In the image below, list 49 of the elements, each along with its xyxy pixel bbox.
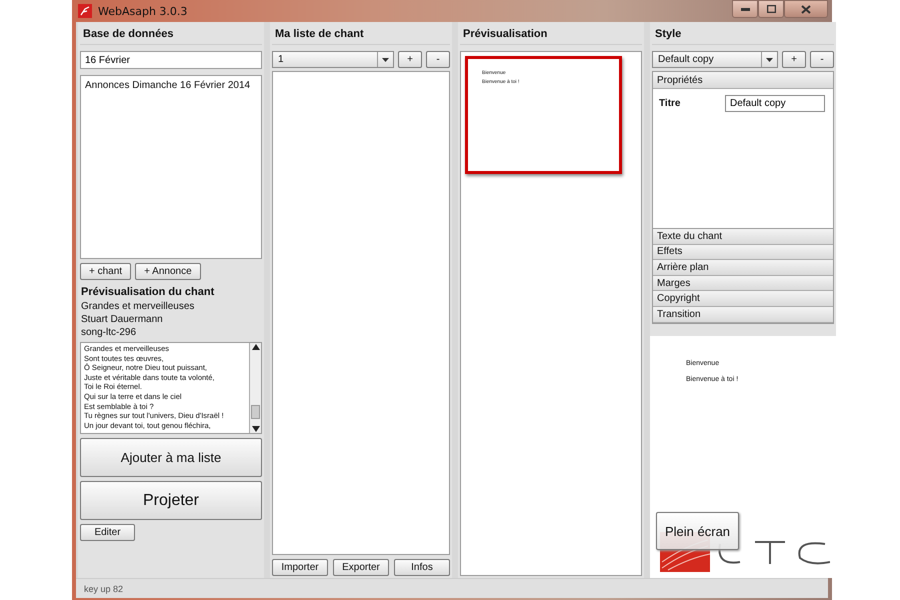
accordion-header[interactable]: Copyright bbox=[653, 291, 833, 307]
minimize-icon bbox=[740, 8, 750, 10]
status-text: key up 82 bbox=[84, 584, 124, 594]
section-heading: Style bbox=[652, 26, 834, 45]
window-title: WebAsaph 3.0.3 bbox=[98, 4, 188, 18]
playlist-select[interactable]: 1 bbox=[272, 51, 394, 68]
scrollbar[interactable] bbox=[249, 343, 261, 433]
song-title: Grandes et merveilleuses bbox=[80, 300, 196, 313]
accordion-header[interactable]: Arrière plan bbox=[653, 260, 833, 276]
accordion-header[interactable]: Propriétés bbox=[653, 72, 833, 89]
style-select[interactable]: Default copy bbox=[652, 51, 778, 68]
add-button[interactable]: + chant bbox=[80, 263, 132, 280]
scroll-down-icon[interactable] bbox=[252, 425, 260, 433]
accordion-header[interactable]: Marges bbox=[653, 276, 833, 292]
caret-icon bbox=[382, 58, 389, 62]
add-button[interactable]: + Annonce bbox=[135, 263, 201, 280]
caret-icon bbox=[766, 58, 773, 62]
toolbar-button[interactable]: Importer bbox=[272, 559, 328, 576]
add-button[interactable]: + bbox=[398, 51, 422, 68]
list-item[interactable]: Annonces Dimanche 16 Février 2014 bbox=[84, 79, 258, 92]
add-to-list-button[interactable]: Ajouter à ma liste bbox=[80, 438, 262, 477]
accordion-header[interactable]: Texte du chant bbox=[653, 229, 833, 245]
song-author: Stuart Dauermann bbox=[80, 313, 164, 326]
add-button[interactable]: + bbox=[782, 51, 806, 68]
scrollbar-thumb[interactable] bbox=[251, 405, 260, 419]
close-icon bbox=[801, 4, 811, 14]
toolbar-button[interactable]: Exporter bbox=[333, 559, 389, 576]
toolbar-button[interactable]: Infos bbox=[394, 559, 450, 576]
search-field[interactable]: 16 Février bbox=[80, 51, 262, 69]
project-button[interactable]: Projeter bbox=[80, 481, 262, 520]
section-heading: Base de données bbox=[80, 26, 262, 45]
app-logo-icon bbox=[78, 4, 92, 18]
section-heading: Prévisualisation du chant bbox=[80, 285, 216, 300]
remove-button[interactable]: - bbox=[426, 51, 450, 68]
section-heading: Prévisualisation bbox=[460, 26, 642, 45]
section-heading: Ma liste de chant bbox=[272, 26, 450, 45]
accordion-header[interactable]: Effets bbox=[653, 244, 833, 260]
song-code: song-ltc-296 bbox=[80, 326, 138, 339]
remove-button[interactable]: - bbox=[810, 51, 834, 68]
maximize-button[interactable] bbox=[758, 0, 784, 18]
fullscreen-button[interactable]: Plein écran bbox=[656, 512, 740, 550]
maximize-icon bbox=[766, 5, 776, 13]
accordion-header[interactable]: Transition bbox=[653, 306, 833, 323]
close-button[interactable] bbox=[784, 0, 828, 18]
property-label: Titre bbox=[659, 98, 682, 109]
title-field[interactable]: Default copy bbox=[725, 95, 825, 112]
edit-button[interactable]: Editer bbox=[80, 524, 135, 541]
minimize-button[interactable] bbox=[732, 0, 758, 18]
scroll-up-icon[interactable] bbox=[252, 343, 260, 351]
